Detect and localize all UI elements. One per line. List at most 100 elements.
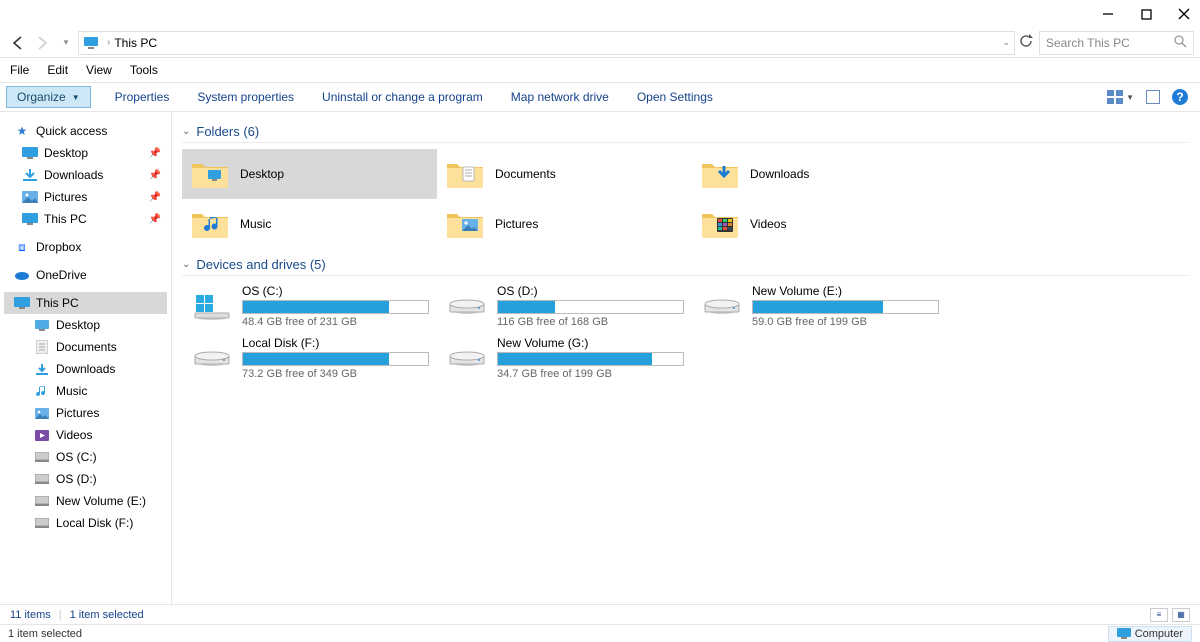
dropbox-icon: ⧈	[14, 239, 30, 255]
sidebar-thispc[interactable]: This PC	[4, 292, 167, 314]
menu-file[interactable]: File	[10, 63, 29, 77]
sidebar-quick-access[interactable]: ★ Quick access	[4, 120, 167, 142]
item-icon	[34, 361, 50, 377]
tool-map-drive[interactable]: Map network drive	[511, 90, 609, 104]
sidebar-item-label: Downloads	[56, 362, 115, 376]
menu-tools[interactable]: Tools	[130, 63, 158, 77]
drive-free-text: 73.2 GB free of 349 GB	[242, 368, 429, 380]
folder-tile[interactable]: Music	[182, 199, 437, 249]
maximize-button[interactable]	[1138, 6, 1154, 22]
drive-name: New Volume (G:)	[497, 336, 684, 350]
search-icon	[1174, 35, 1187, 51]
sidebar-qa-pictures[interactable]: Pictures📌	[4, 186, 167, 208]
drive-usage-bar	[242, 352, 429, 366]
sidebar-item-label: Documents	[56, 340, 117, 354]
close-button[interactable]	[1176, 6, 1192, 22]
downloads-icon	[22, 167, 38, 183]
tiles-view-button[interactable]: ▦	[1172, 608, 1190, 622]
sidebar-item-label: OS (D:)	[56, 472, 97, 486]
pictures-folder-icon	[445, 204, 485, 244]
sidebar-item-label: New Volume (E:)	[56, 494, 146, 508]
folder-tile[interactable]: Pictures	[437, 199, 692, 249]
item-icon	[34, 339, 50, 355]
pin-icon: 📌	[149, 214, 161, 225]
drive-tile[interactable]: New Volume (E:)59.0 GB free of 199 GB	[692, 282, 947, 334]
back-button[interactable]	[8, 33, 28, 53]
sidebar-item[interactable]: Videos	[4, 424, 167, 446]
chevron-down-icon: ▼	[72, 93, 80, 102]
section-drives-header[interactable]: ⌄ Devices and drives (5)	[182, 257, 1190, 276]
music-folder-icon	[190, 204, 230, 244]
drive-free-text: 59.0 GB free of 199 GB	[752, 316, 939, 328]
folder-label: Documents	[495, 167, 556, 181]
sidebar-item-label: Desktop	[56, 318, 100, 332]
folder-tile[interactable]: Videos	[692, 199, 947, 249]
breadcrumb[interactable]: › This PC ⌄	[78, 31, 1015, 55]
item-icon	[34, 383, 50, 399]
sidebar-item-label: Videos	[56, 428, 92, 442]
sidebar-item[interactable]: OS (D:)	[4, 468, 167, 490]
drive-tile[interactable]: OS (C:)48.4 GB free of 231 GB	[182, 282, 437, 334]
menu-bar: File Edit View Tools	[0, 58, 1200, 82]
preview-pane-button[interactable]	[1146, 90, 1160, 104]
sidebar-item[interactable]: Music	[4, 380, 167, 402]
tool-open-settings[interactable]: Open Settings	[637, 90, 713, 104]
sidebar-item[interactable]: New Volume (E:)	[4, 490, 167, 512]
sidebar-qa-desktop[interactable]: Desktop📌	[4, 142, 167, 164]
breadcrumb-dropdown-icon[interactable]: ⌄	[1002, 37, 1010, 48]
drive-icon	[700, 284, 744, 328]
downloads-folder-icon	[700, 154, 740, 194]
pictures-icon	[22, 189, 38, 205]
drive-tile[interactable]: OS (D:)116 GB free of 168 GB	[437, 282, 692, 334]
drive-free-text: 34.7 GB free of 199 GB	[497, 368, 684, 380]
sidebar-item[interactable]: Local Disk (F:)	[4, 512, 167, 534]
item-icon	[34, 515, 50, 531]
sidebar-item[interactable]: Pictures	[4, 402, 167, 424]
organize-button[interactable]: Organize▼	[6, 86, 91, 108]
folder-tile[interactable]: Documents	[437, 149, 692, 199]
status-item-count: 11 items	[10, 609, 51, 621]
sidebar-item[interactable]: OS (C:)	[4, 446, 167, 468]
folder-label: Downloads	[750, 167, 809, 181]
sidebar-qa-downloads[interactable]: Downloads📌	[4, 164, 167, 186]
forward-button[interactable]	[32, 33, 52, 53]
sidebar-onedrive[interactable]: OneDrive	[4, 264, 167, 286]
search-input[interactable]: Search This PC	[1039, 31, 1194, 55]
drive-tile[interactable]: New Volume (G:) 34.7 GB free of 199 GB	[437, 334, 692, 386]
sidebar-item[interactable]: Documents	[4, 336, 167, 358]
desktop-folder-icon	[190, 154, 230, 194]
menu-edit[interactable]: Edit	[47, 63, 68, 77]
this-pc-icon	[14, 295, 30, 311]
minimize-button[interactable]	[1100, 6, 1116, 22]
tool-system-properties[interactable]: System properties	[197, 90, 294, 104]
documents-folder-icon	[445, 154, 485, 194]
help-button[interactable]: ?	[1172, 89, 1188, 105]
recent-locations-dropdown[interactable]: ▾	[56, 33, 76, 53]
sidebar-item[interactable]: Desktop	[4, 314, 167, 336]
drive-usage-bar	[242, 300, 429, 314]
sidebar-dropbox[interactable]: ⧈ Dropbox	[4, 236, 167, 258]
sidebar-item-label: Local Disk (F:)	[56, 516, 133, 530]
sidebar-item[interactable]: Downloads	[4, 358, 167, 380]
sidebar-qa-thispc[interactable]: This PC📌	[4, 208, 167, 230]
section-folders-header[interactable]: ⌄ Folders (6)	[182, 124, 1190, 143]
details-view-button[interactable]: ≡	[1150, 608, 1168, 622]
menu-view[interactable]: View	[86, 63, 112, 77]
folder-tile[interactable]: Downloads	[692, 149, 947, 199]
item-icon	[34, 449, 50, 465]
status-bar: 11 items | 1 item selected ≡ ▦	[0, 604, 1200, 624]
navigation-pane: ★ Quick access Desktop📌 Downloads📌 Pictu…	[0, 112, 172, 604]
footer-left: 1 item selected	[8, 628, 82, 640]
pin-icon: 📌	[149, 192, 161, 203]
refresh-button[interactable]	[1019, 34, 1033, 51]
folder-tile[interactable]: Desktop	[182, 149, 437, 199]
breadcrumb-location[interactable]: This PC	[114, 36, 157, 50]
tool-properties[interactable]: Properties	[115, 90, 170, 104]
tool-uninstall[interactable]: Uninstall or change a program	[322, 90, 483, 104]
drive-free-text: 48.4 GB free of 231 GB	[242, 316, 429, 328]
content-area: ⌄ Folders (6) Desktop Documents Downloads M…	[172, 112, 1200, 604]
drive-usage-bar	[497, 300, 684, 314]
drive-tile[interactable]: Local Disk (F:)73.2 GB free of 349 GB	[182, 334, 437, 386]
onedrive-icon	[14, 267, 30, 283]
change-view-button[interactable]: ▼	[1107, 90, 1134, 104]
